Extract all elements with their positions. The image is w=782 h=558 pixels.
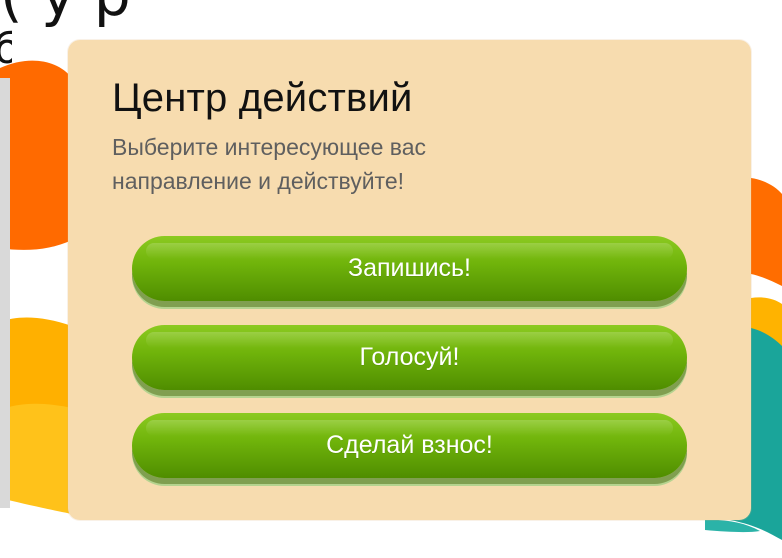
- left-yellow-lower-shape: [0, 403, 72, 514]
- top-cropped-text: ( у р: [0, 0, 131, 24]
- page-title: Центр действий: [112, 76, 413, 120]
- signup-button[interactable]: Запишись!: [132, 236, 687, 301]
- left-edge-strip: [0, 78, 10, 508]
- left-orange-shape: [0, 60, 72, 250]
- left-cropped-glyph: б: [0, 24, 12, 70]
- donate-button[interactable]: Сделай взнос!: [132, 413, 687, 478]
- vote-button[interactable]: Голосуй!: [132, 325, 687, 390]
- panel-subtitle: Выберите интересующее вас направление и …: [112, 134, 427, 194]
- page: ( у р б Центр действий Выберите интересу…: [0, 0, 782, 558]
- top-cropped-text-fragment: ( у р: [0, 0, 782, 28]
- right-orange-shape: [751, 178, 782, 286]
